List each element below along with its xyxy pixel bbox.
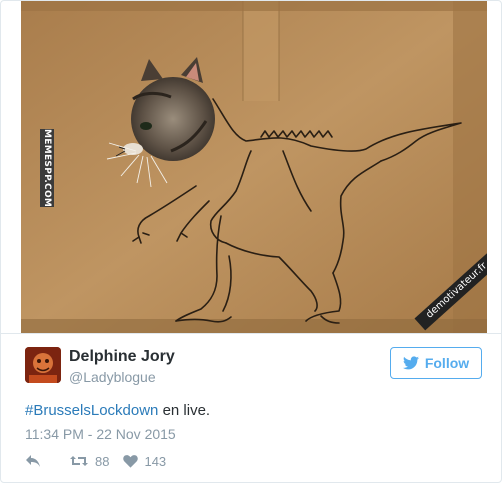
cardboard-dinosaur-cat-image [21, 1, 487, 333]
tweet-actions: 88 143 [25, 452, 166, 470]
watermark-memespp: MEMESPP.COM [40, 129, 54, 208]
like-button[interactable]: 143 [123, 454, 166, 469]
follow-button[interactable]: Follow [390, 347, 482, 379]
tweet-body: en live. [158, 402, 211, 419]
follow-label: Follow [424, 355, 470, 371]
tweet-card: MEMESPP.COM demotivateur.fr Delphine Jor… [0, 0, 502, 483]
avatar-image [25, 347, 61, 383]
tweet-media-photo[interactable]: MEMESPP.COM demotivateur.fr [21, 1, 487, 333]
tweet-text: #BrusselsLockdown en live. [25, 402, 210, 419]
hashtag-link[interactable]: #BrusselsLockdown [25, 402, 158, 419]
author-handle[interactable]: @Ladyblogue [69, 369, 156, 385]
reply-icon [26, 455, 40, 467]
avatar[interactable] [25, 347, 61, 383]
retweet-button[interactable]: 88 [69, 454, 109, 469]
heart-icon [123, 455, 139, 468]
tweet-timestamp[interactable]: 11:34 PM - 22 Nov 2015 [25, 426, 176, 442]
reply-button[interactable] [25, 454, 41, 468]
retweet-count: 88 [95, 453, 110, 469]
like-count: 143 [144, 453, 167, 469]
author-name[interactable]: Delphine Jory [69, 348, 175, 366]
twitter-bird-icon [402, 356, 419, 370]
retweet-icon [70, 456, 88, 466]
media-divider [1, 333, 501, 334]
